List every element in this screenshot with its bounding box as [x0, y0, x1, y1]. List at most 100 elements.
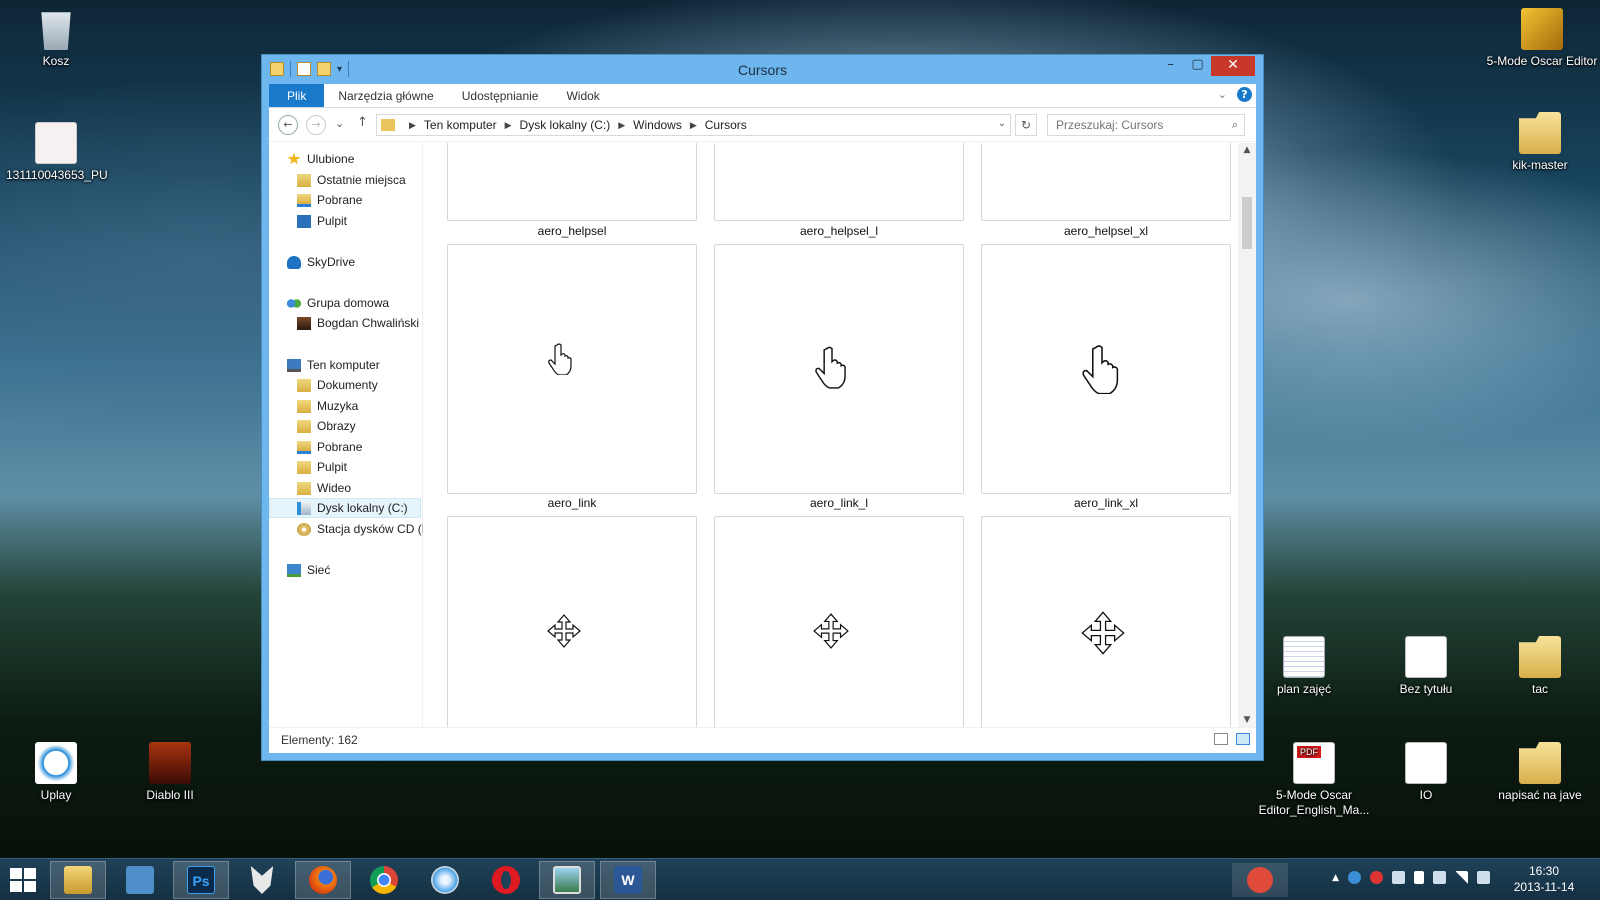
clock-time: 16:30: [1528, 864, 1560, 878]
documents-icon: [297, 378, 311, 392]
breadcrumb-cursors[interactable]: Cursors: [705, 118, 747, 132]
file-tile[interactable]: [447, 516, 697, 727]
maximize-button[interactable]: ▢: [1184, 56, 1211, 76]
desktop-icon-image-file[interactable]: 131110043653_PU: [6, 122, 108, 183]
search-box[interactable]: ⌕: [1047, 114, 1245, 136]
wifi-signal-icon[interactable]: [1455, 871, 1468, 884]
safari-icon: [431, 866, 459, 894]
file-tile[interactable]: [981, 244, 1231, 494]
desktop-icon-bez-tytulu[interactable]: Bez tytułu: [1376, 636, 1476, 697]
desktop-icon-diablo[interactable]: Diablo III: [120, 742, 220, 803]
desktop-icon-uplay[interactable]: Uplay: [6, 742, 106, 803]
file-tile[interactable]: [981, 516, 1231, 727]
tab-home[interactable]: Narzędzia główne: [324, 84, 447, 107]
window-title: Cursors: [737, 62, 787, 78]
taskbar-word[interactable]: W: [600, 861, 656, 899]
breadcrumb-windows[interactable]: Windows: [633, 118, 682, 132]
control-panel-icon: [126, 866, 154, 894]
taskbar-xbmc[interactable]: [234, 861, 290, 899]
chrome-icon: [370, 866, 398, 894]
nav-network[interactable]: Sieć: [287, 560, 439, 580]
details-view-icon[interactable]: [1214, 733, 1228, 745]
desktop-icon-oscar-pdf[interactable]: 5-Mode Oscar Editor_English_Ma...: [1254, 742, 1374, 818]
taskbar-photoshop[interactable]: Ps: [173, 861, 229, 899]
photos-icon: [553, 866, 581, 894]
nav-skydrive[interactable]: SkyDrive: [287, 252, 439, 272]
tab-file[interactable]: Plik: [269, 84, 325, 107]
desktop-icon-kik-master[interactable]: kik-master: [1490, 112, 1590, 173]
file-tile[interactable]: [447, 244, 697, 494]
nav-this-pc[interactable]: Ten komputer: [287, 355, 439, 375]
title-bar[interactable]: ▾ Cursors – ▢ ✕: [262, 55, 1263, 84]
taskbar-notification-app[interactable]: [1232, 863, 1288, 897]
user-avatar-icon: [297, 316, 311, 330]
file-name[interactable]: aero_link_l: [714, 496, 964, 510]
status-bar: Elementy: 162: [269, 727, 1256, 753]
forward-button[interactable]: →: [306, 115, 326, 135]
file-tile[interactable]: [714, 244, 964, 494]
tab-view[interactable]: Widok: [552, 84, 613, 107]
taskbar-opera[interactable]: [478, 861, 534, 899]
file-tile[interactable]: [714, 143, 964, 221]
address-bar[interactable]: ▶ Ten komputer ▶ Dysk lokalny (C:) ▶ Win…: [376, 114, 1011, 136]
recent-locations-icon[interactable]: ⌄: [335, 117, 344, 130]
back-button[interactable]: ←: [278, 115, 298, 135]
show-hidden-icons[interactable]: ▲: [1332, 873, 1339, 883]
nav-favorites[interactable]: Ulubione: [287, 149, 439, 169]
stop-icon[interactable]: [1370, 871, 1383, 884]
desktop-icon-napisac[interactable]: napisać na jave: [1490, 742, 1590, 803]
scroll-up-icon[interactable]: ▲: [1238, 145, 1256, 155]
nav-homegroup[interactable]: Grupa domowa: [287, 293, 439, 313]
up-button[interactable]: ↑: [357, 115, 368, 130]
refresh-button[interactable]: ↻: [1015, 114, 1037, 136]
folder-icon: [381, 119, 395, 131]
downloads-icon: [297, 193, 311, 207]
close-button[interactable]: ✕: [1211, 56, 1255, 76]
search-input[interactable]: [1048, 115, 1218, 135]
volume-icon[interactable]: [1477, 871, 1490, 884]
desktop-icon-oscar-editor[interactable]: 5-Mode Oscar Editor: [1486, 8, 1598, 69]
skype-icon[interactable]: [1348, 871, 1361, 884]
start-button[interactable]: [10, 868, 36, 892]
file-name[interactable]: aero_helpsel_l: [714, 224, 964, 238]
nav-cd-drive[interactable]: Stacja dysków CD (D: [297, 519, 423, 539]
help-icon[interactable]: ?: [1237, 87, 1252, 102]
scroll-down-icon[interactable]: ▼: [1238, 715, 1256, 725]
hand-cursor-icon: [815, 346, 846, 389]
nav-local-disk[interactable]: Dysk lokalny (C:): [269, 498, 421, 518]
file-tile[interactable]: [714, 516, 964, 727]
action-center-flag-icon[interactable]: [1414, 871, 1424, 884]
taskbar-control-panel[interactable]: [112, 861, 168, 899]
folder-icon: [1519, 636, 1561, 678]
file-name[interactable]: aero_link_xl: [981, 496, 1231, 510]
battery-icon[interactable]: [1433, 871, 1446, 884]
chevron-down-icon[interactable]: ⌄: [998, 118, 1006, 129]
taskbar-safari[interactable]: [417, 861, 473, 899]
tab-share[interactable]: Udostępnianie: [448, 84, 553, 107]
scrollbar-thumb[interactable]: [1242, 197, 1252, 249]
file-name[interactable]: aero_helpsel: [447, 224, 697, 238]
desktop-icon-plan-zajec[interactable]: plan zajęć: [1266, 636, 1342, 697]
image-file-icon: [35, 122, 77, 164]
file-tile[interactable]: [447, 143, 697, 221]
file-name[interactable]: aero_helpsel_xl: [981, 224, 1231, 238]
minimize-button[interactable]: –: [1157, 56, 1184, 76]
chevron-right-icon: ▶: [409, 119, 416, 130]
taskbar-firefox[interactable]: [295, 861, 351, 899]
taskbar-file-explorer[interactable]: [50, 861, 106, 899]
file-tile[interactable]: [981, 143, 1231, 221]
desktop-icon-io[interactable]: IO: [1376, 742, 1476, 803]
breadcrumb-local-disk[interactable]: Dysk lokalny (C:): [520, 118, 611, 132]
taskbar-photos[interactable]: [539, 861, 595, 899]
keyboard-icon[interactable]: [1392, 871, 1405, 884]
desktop-icon-recycle-bin[interactable]: Kosz: [6, 8, 106, 69]
clock[interactable]: 16:30 2013-11-14: [1494, 863, 1594, 895]
large-icons-view-icon[interactable]: [1236, 733, 1250, 745]
expand-ribbon-icon[interactable]: ⌄: [1218, 88, 1227, 101]
search-icon[interactable]: ⌕: [1232, 118, 1238, 132]
taskbar-chrome[interactable]: [356, 861, 412, 899]
vertical-scrollbar[interactable]: ▲ ▼: [1238, 143, 1256, 727]
breadcrumb-this-pc[interactable]: Ten komputer: [424, 118, 497, 132]
desktop-icon-tac[interactable]: tac: [1490, 636, 1590, 697]
file-name[interactable]: aero_link: [447, 496, 697, 510]
